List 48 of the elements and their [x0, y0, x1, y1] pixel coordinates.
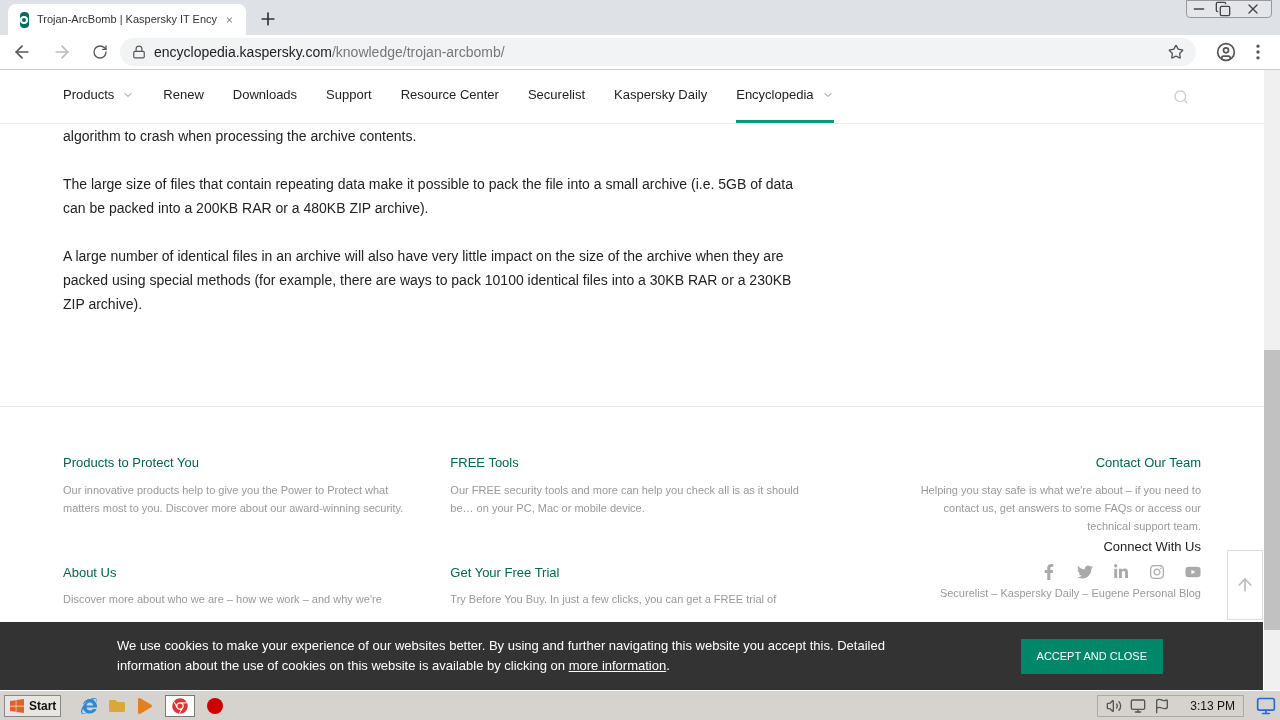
flag-icon[interactable] — [1154, 697, 1171, 714]
youtube-icon[interactable] — [1185, 564, 1201, 580]
bookmark-star-icon[interactable] — [1168, 44, 1184, 60]
windows-logo-icon — [9, 697, 25, 714]
ie-icon[interactable] — [81, 697, 98, 714]
article-paragraph: A large number of identical files in an archive will also have very little impact on the size of the archive when they are packed using special methods (for example, there are ways to pack 10100 identical files into a 30KB RAR or a 230KB ZIP archive). — [63, 247, 793, 314]
nav-item[interactable]: Support — [326, 70, 372, 123]
nav-item[interactable]: Downloads — [232, 70, 298, 123]
footer-text: Securelist – Kaspersky Daily – Eugene Personal Blog — [939, 586, 1201, 601]
footer-heading[interactable]: Get Your Free Trial — [450, 562, 814, 582]
url-text: encyclopedia.kaspersky.com/knowledge/trojan-arcbomb/ — [154, 42, 505, 62]
footer-text: Discover more about who we are – how we work – and why we're — [63, 592, 383, 607]
start-button[interactable]: Start — [4, 694, 62, 717]
profile-icon[interactable] — [1216, 42, 1236, 62]
article-paragraph: algorithm to crash when processing the archive contents. — [63, 127, 418, 146]
accept-button[interactable]: ACCEPT AND CLOSE — [1020, 638, 1163, 674]
reload-icon[interactable] — [92, 44, 108, 60]
footer-heading[interactable]: Connect With Us — [1103, 536, 1201, 556]
footer-heading[interactable]: FREE Tools — [450, 453, 814, 473]
chrome-taskbar-button[interactable] — [165, 694, 196, 717]
show-desktop-icon[interactable] — [1256, 695, 1276, 716]
footer-heading[interactable]: About Us — [63, 562, 427, 582]
address-field[interactable]: encyclopedia.kaspersky.com/knowledge/trojan-arcbomb/ — [120, 38, 1196, 66]
scrollbar[interactable] — [1264, 70, 1280, 690]
footer-heading[interactable]: Contact Our Team — [1095, 453, 1201, 473]
nav-item[interactable]: Securelist — [527, 70, 585, 123]
footer-text: Our innovative products help to give you the Power to Protect what matters most to you. Discover more about our award-winning security. — [63, 482, 405, 516]
browser-tab[interactable]: Trojan-ArcBomb | Kaspersky IT Ency — [8, 4, 246, 35]
footer-heading[interactable]: Products to Protect You — [63, 453, 427, 473]
stop-icon[interactable] — [207, 697, 224, 714]
footer-text: Try Before You Buy. In just a few clicks, you can get a FREE trial of — [450, 592, 778, 607]
volume-icon[interactable] — [1106, 697, 1123, 714]
twitter-icon[interactable] — [1077, 564, 1093, 580]
linkedin-icon[interactable] — [1113, 564, 1129, 580]
article-paragraph: The large size of files that contain repeating data make it possible to pack the file into a small archive (i.e. 5GB of data can be packed into a 200KB RAR or a 480KB ZIP archive). — [63, 175, 794, 218]
tab-title: Trojan-ArcBomb | Kaspersky IT Ency — [36, 12, 218, 28]
chrome-icon — [172, 697, 189, 714]
nav-item[interactable]: Renew — [163, 70, 204, 123]
nav-item[interactable]: Kaspersky Daily — [614, 70, 708, 123]
lock-icon — [132, 45, 146, 59]
clock-text: 3:13 PM — [1190, 697, 1235, 715]
instagram-icon[interactable] — [1149, 564, 1165, 580]
footer-text: Our FREE security tools and more can help you check all is as it should be… on your PC, Mac or mobile device. — [450, 482, 800, 516]
nav-item[interactable]: Encyclopedia — [736, 70, 834, 123]
footer-text: Helping you stay safe is what we're about – if you need to contact us, get answers to some FAQs or access our technical support team. — [919, 482, 1201, 534]
cookie-text: We use cookies to make your experience of our websites better. By using and further navigating this website you accept this. Detailed information about the use of cookies on this website is available by clicking on more information. — [117, 637, 886, 675]
nav-item[interactable]: Resource Center — [400, 70, 499, 123]
nav-item[interactable]: Products — [63, 70, 135, 123]
